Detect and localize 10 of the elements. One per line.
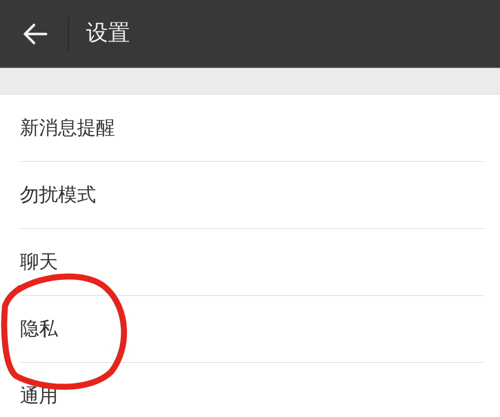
settings-item[interactable]: 勿扰模式 [0, 162, 500, 229]
settings-item[interactable]: 隐私 [0, 296, 500, 363]
item-label: 隐私 [20, 317, 58, 342]
item-label: 新消息提醒 [20, 116, 115, 142]
page-title: 设置 [86, 20, 130, 48]
back-arrow-icon [22, 22, 48, 44]
settings-item[interactable]: 新消息提醒 [0, 95, 500, 162]
item-label: 聊天 [20, 250, 58, 276]
settings-item[interactable]: 聊天 [0, 229, 500, 296]
item-label: 勿扰模式 [20, 183, 96, 208]
